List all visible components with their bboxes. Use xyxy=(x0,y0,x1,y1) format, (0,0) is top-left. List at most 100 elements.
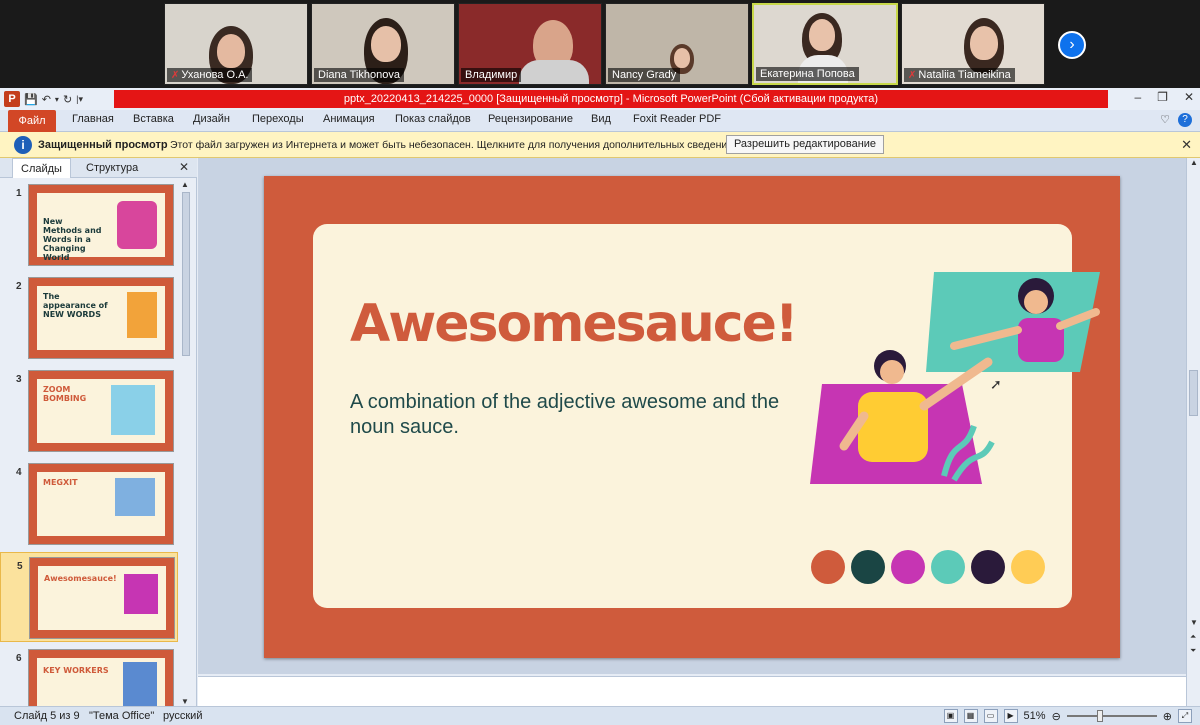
thumbnail-illustration xyxy=(127,292,157,338)
screen: ✗ Уханова О.А. Diana Tikhonova Владимир N… xyxy=(0,0,1200,725)
shield-info-icon: i xyxy=(14,136,32,154)
zoom-slider[interactable] xyxy=(1066,710,1157,722)
next-participants-arrow-icon[interactable]: › xyxy=(1058,31,1086,59)
enable-editing-button[interactable]: Разрешить редактирование xyxy=(726,135,884,154)
close-icon[interactable]: ✕ xyxy=(1184,90,1194,104)
slide-number: 1 xyxy=(16,188,22,199)
tab-review[interactable]: Рецензирование xyxy=(488,113,573,125)
slide-thumbnail-5-selected[interactable]: 5 Awesomesauce! xyxy=(0,552,178,642)
color-dot-yellow xyxy=(1011,550,1045,584)
scroll-down-icon[interactable]: ▼ xyxy=(181,697,189,706)
video-tile-5-active-speaker[interactable]: Екатерина Попова xyxy=(752,3,898,85)
title-bar: P 💾 ↶ ▾ ↻ |▾ pptx_20220413_214225_0000 [… xyxy=(0,88,1200,110)
language[interactable]: русский xyxy=(163,710,202,722)
video-tile-2[interactable]: Diana Tikhonova xyxy=(311,3,455,85)
zoom-slider-knob[interactable] xyxy=(1096,710,1103,722)
slides-pane: Слайды Структура ✕ 1 New Methods and Wor… xyxy=(0,158,197,706)
pane-tabs: Слайды Структура ✕ xyxy=(0,158,197,178)
previous-slide-icon[interactable]: ⏶ xyxy=(1190,632,1196,642)
slide-sorter-icon[interactable]: ▦ xyxy=(963,709,978,723)
slide-number: 2 xyxy=(16,281,22,292)
theme-name: "Тема Office" xyxy=(89,710,155,722)
tab-slideshow[interactable]: Показ слайдов xyxy=(395,113,471,125)
slide-thumbnail-3[interactable]: 3 ZOOM BOMBING xyxy=(0,366,178,456)
scroll-up-icon[interactable]: ▲ xyxy=(181,180,189,189)
tab-view[interactable]: Вид xyxy=(591,113,611,125)
color-dot-magenta xyxy=(891,550,925,584)
help-icon[interactable]: ? xyxy=(1178,113,1192,127)
slide-title[interactable]: Awesomesauce! xyxy=(350,294,799,354)
thumbnails-scrollbar[interactable]: ▲ ▼ xyxy=(180,180,192,706)
tab-animation[interactable]: Анимация xyxy=(323,113,375,125)
participant-face xyxy=(970,26,998,60)
close-pane-icon[interactable]: ✕ xyxy=(179,160,189,174)
participant-name: Владимир xyxy=(461,68,522,82)
tab-transitions[interactable]: Переходы xyxy=(252,113,304,125)
thumbnail-title: Awesomesauce! xyxy=(44,574,117,583)
slide-body-text[interactable]: A combination of the adjective awesome a… xyxy=(350,390,790,440)
slide-thumbnail-4[interactable]: 4 MEGXIT xyxy=(0,459,178,549)
tab-home[interactable]: Главная xyxy=(72,113,114,125)
tab-design[interactable]: Дизайн xyxy=(193,113,230,125)
normal-view-icon[interactable]: ▣ xyxy=(943,709,958,723)
thumbnail-title: MEGXIT xyxy=(43,478,78,487)
next-slide-icon[interactable]: ⏷ xyxy=(1190,646,1196,656)
video-strip: ✗ Уханова О.А. Diana Tikhonova Владимир N… xyxy=(0,0,1200,88)
protected-view-bar: i Защищенный просмотр Этот файл загружен… xyxy=(0,132,1200,158)
close-icon[interactable]: ✕ xyxy=(1181,137,1192,153)
minimize-icon[interactable]: – xyxy=(1134,90,1141,104)
video-tile-1[interactable]: ✗ Уханова О.А. xyxy=(164,3,308,85)
zoom-level[interactable]: 51% xyxy=(1024,710,1046,722)
participant-name: Екатерина Попова xyxy=(756,67,859,81)
video-tile-6[interactable]: ✗ Nataliia Tiameikina xyxy=(901,3,1045,85)
color-palette xyxy=(811,550,1045,584)
slide-thumbnail-2[interactable]: 2 The appearance of NEW WORDS xyxy=(0,273,178,363)
mouse-cursor-icon: ➚ xyxy=(990,376,1002,392)
window-title: pptx_20220413_214225_0000 [Защищенный пр… xyxy=(114,90,1108,108)
save-icon[interactable]: 💾 xyxy=(24,93,38,106)
slide-counter: Слайд 5 из 9 xyxy=(14,710,80,722)
participant-face xyxy=(371,26,401,62)
scroll-down-icon[interactable]: ▼ xyxy=(1190,618,1198,627)
protected-view-message[interactable]: Этот файл загружен из Интернета и может … xyxy=(170,139,736,151)
dropdown-icon[interactable]: ▾ xyxy=(55,95,59,104)
participant-name: ✗ Nataliia Tiameikina xyxy=(904,68,1015,82)
tab-outline[interactable]: Структура xyxy=(78,158,146,178)
slide-number: 3 xyxy=(16,374,22,385)
editor-scrollbar[interactable]: ▲ ▼ ⏶ ⏷ xyxy=(1186,158,1200,706)
slideshow-icon[interactable]: ▶ xyxy=(1003,709,1018,723)
fit-to-window-icon[interactable]: ⤢ xyxy=(1178,709,1192,723)
scrollbar-thumb[interactable] xyxy=(182,192,190,356)
participant-name: Nancy Grady xyxy=(608,68,681,82)
slide-number: 5 xyxy=(17,561,23,572)
slide-number: 6 xyxy=(16,653,22,664)
tab-file[interactable]: Файл xyxy=(8,110,56,132)
participant-name: ✗ Уханова О.А. xyxy=(167,68,253,82)
color-dot-dark-purple xyxy=(971,550,1005,584)
view-controls: ▣ ▦ ▭ ▶ 51% ⊖ ⊕ ⤢ xyxy=(943,709,1192,723)
undo-icon[interactable]: ↶ xyxy=(42,93,51,106)
tab-insert[interactable]: Вставка xyxy=(133,113,174,125)
zoom-out-icon[interactable]: ⊖ xyxy=(1052,710,1061,723)
zoom-in-icon[interactable]: ⊕ xyxy=(1163,710,1172,723)
video-tile-3[interactable]: Владимир xyxy=(458,3,602,85)
restore-icon[interactable]: ❐ xyxy=(1157,90,1168,104)
notes-pane[interactable] xyxy=(198,676,1186,706)
ribbon-collapse-icon[interactable]: ♡ xyxy=(1160,113,1170,127)
redo-icon[interactable]: ↻ xyxy=(63,93,72,106)
powerpoint-logo-icon[interactable]: P xyxy=(4,91,20,107)
scroll-up-icon[interactable]: ▲ xyxy=(1190,158,1198,167)
ribbon-tabs: Файл Главная Вставка Дизайн Переходы Ани… xyxy=(0,110,1200,132)
tab-slides[interactable]: Слайды xyxy=(12,158,71,178)
slide-thumbnail-1[interactable]: 1 New Methods and Words in a Changing Wo… xyxy=(0,180,178,270)
thumbnail-title: ZOOM BOMBING xyxy=(43,385,87,403)
scrollbar-thumb[interactable] xyxy=(1189,370,1198,416)
people-pointing-illustration xyxy=(810,272,1100,484)
video-tile-4[interactable]: Nancy Grady xyxy=(605,3,749,85)
customize-toolbar-icon[interactable]: |▾ xyxy=(76,94,83,105)
current-slide[interactable]: Awesomesauce! A combination of the adjec… xyxy=(264,176,1120,658)
slide-thumbnail-6[interactable]: 6 KEY WORKERS xyxy=(0,645,178,706)
participant-name: Diana Tikhonova xyxy=(314,68,404,82)
tab-foxit-reader-pdf[interactable]: Foxit Reader PDF xyxy=(633,113,721,125)
reading-view-icon[interactable]: ▭ xyxy=(983,709,998,723)
